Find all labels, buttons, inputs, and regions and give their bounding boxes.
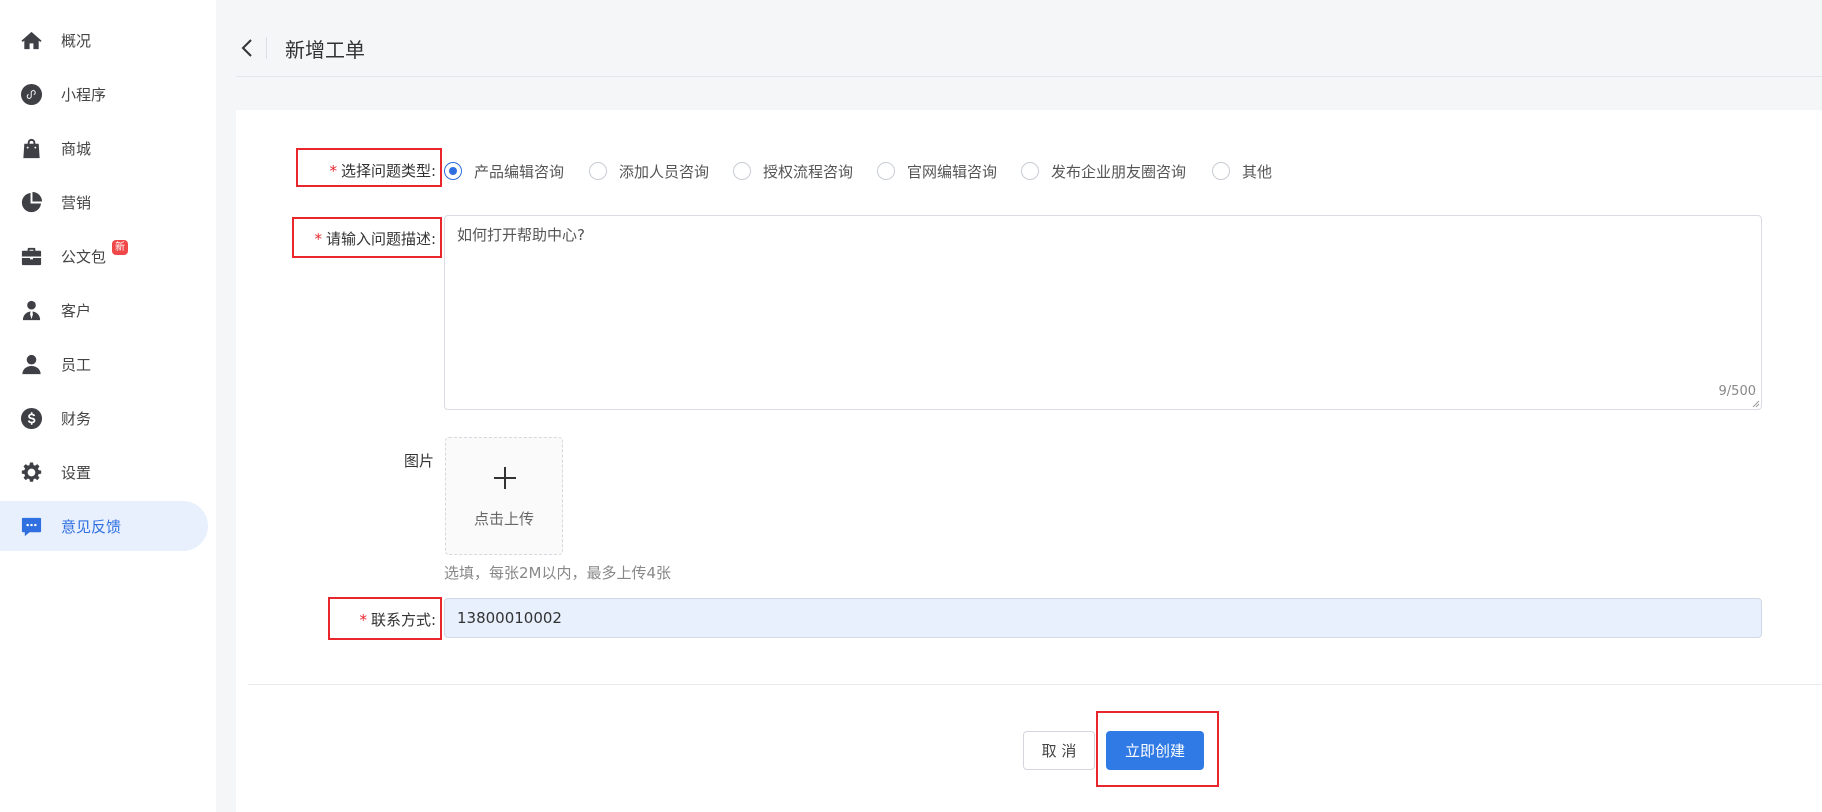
sidebar-item-feedback[interactable]: 意见反馈: [0, 501, 208, 551]
sidebar-item-label: 设置: [61, 463, 92, 482]
image-label: 图片: [403, 452, 434, 470]
sidebar-item-customer[interactable]: 客户: [0, 285, 208, 335]
issue-type-label: * 选择问题类型:: [329, 162, 436, 180]
sidebar-item-label: 员工: [61, 355, 92, 374]
sidebar-item-staff[interactable]: 员工: [0, 339, 208, 389]
radio-circle: [1212, 162, 1230, 180]
sidebar-item-label: 概况: [61, 31, 92, 50]
shopping-bag-icon: [19, 136, 43, 160]
footer-divider: [248, 684, 1822, 685]
sidebar-item-mall[interactable]: 商城: [0, 123, 208, 173]
sidebar-item-label: 公文包: [61, 247, 107, 266]
radio-circle: [589, 162, 607, 180]
pie-chart-icon: [19, 190, 43, 214]
sidebar-item-mini-program[interactable]: 小程序: [0, 69, 208, 119]
sidebar-item-label: 小程序: [61, 85, 107, 104]
radio-product-edit[interactable]: 产品编辑咨询: [444, 160, 564, 182]
required-mark: *: [329, 162, 337, 180]
description-textarea-wrap: 如何打开帮助中心? 9/500: [444, 215, 1762, 410]
char-counter: 9/500: [1718, 384, 1756, 399]
mini-program-icon: [19, 82, 43, 106]
new-badge: 新: [112, 240, 128, 255]
sidebar-item-finance[interactable]: 财务: [0, 393, 208, 443]
radio-auth-flow[interactable]: 授权流程咨询: [733, 160, 853, 182]
radio-moments-publish[interactable]: 发布企业朋友圈咨询: [1021, 160, 1186, 182]
briefcase-icon: [19, 244, 43, 268]
cancel-button[interactable]: 取 消: [1023, 731, 1095, 770]
sidebar-item-label: 营销: [61, 193, 92, 212]
radio-website-edit[interactable]: 官网编辑咨询: [877, 160, 997, 182]
resize-grip-icon[interactable]: [1750, 398, 1760, 408]
radio-circle: [733, 162, 751, 180]
sidebar-item-briefcase[interactable]: 公文包 新: [0, 231, 208, 281]
required-mark: *: [359, 611, 367, 629]
sidebar-item-settings[interactable]: 设置: [0, 447, 208, 497]
sidebar-item-label: 财务: [61, 409, 92, 428]
description-textarea[interactable]: 如何打开帮助中心?: [445, 216, 1761, 409]
radio-circle: [877, 162, 895, 180]
home-icon: [19, 28, 43, 52]
customer-icon: [19, 298, 43, 322]
chevron-left-icon: [241, 39, 252, 57]
back-button[interactable]: [236, 34, 258, 62]
radio-other[interactable]: 其他: [1212, 160, 1272, 182]
dollar-icon: [19, 406, 43, 430]
upload-text: 点击上传: [473, 510, 534, 528]
user-icon: [19, 352, 43, 376]
radio-circle: [444, 162, 462, 180]
description-label: * 请输入问题描述:: [314, 230, 436, 248]
sidebar-item-overview[interactable]: 概况: [0, 15, 208, 65]
page-title: 新增工单: [285, 38, 365, 62]
contact-input[interactable]: [444, 598, 1762, 638]
create-button[interactable]: 立即创建: [1106, 731, 1204, 770]
contact-label: * 联系方式:: [359, 611, 436, 629]
sidebar-item-marketing[interactable]: 营销: [0, 177, 208, 227]
page-header: 新增工单: [236, 0, 1822, 77]
upload-hint: 选填，每张2M以内，最多上传4张: [444, 564, 672, 582]
plus-icon: [494, 467, 516, 489]
radio-add-staff[interactable]: 添加人员咨询: [589, 160, 709, 182]
required-mark: *: [314, 230, 322, 248]
sidebar-item-label: 客户: [61, 301, 92, 320]
radio-circle: [1021, 162, 1039, 180]
image-upload-button[interactable]: 点击上传: [445, 437, 563, 555]
feedback-icon: [19, 514, 43, 538]
sidebar: 概况 小程序 商城 营销 公文包 新 客户 员工 财务 设置 意见反馈: [0, 0, 216, 812]
header-divider: [266, 37, 267, 59]
gear-icon: [19, 460, 43, 484]
sidebar-item-label: 商城: [61, 139, 92, 158]
sidebar-item-label: 意见反馈: [61, 517, 122, 536]
